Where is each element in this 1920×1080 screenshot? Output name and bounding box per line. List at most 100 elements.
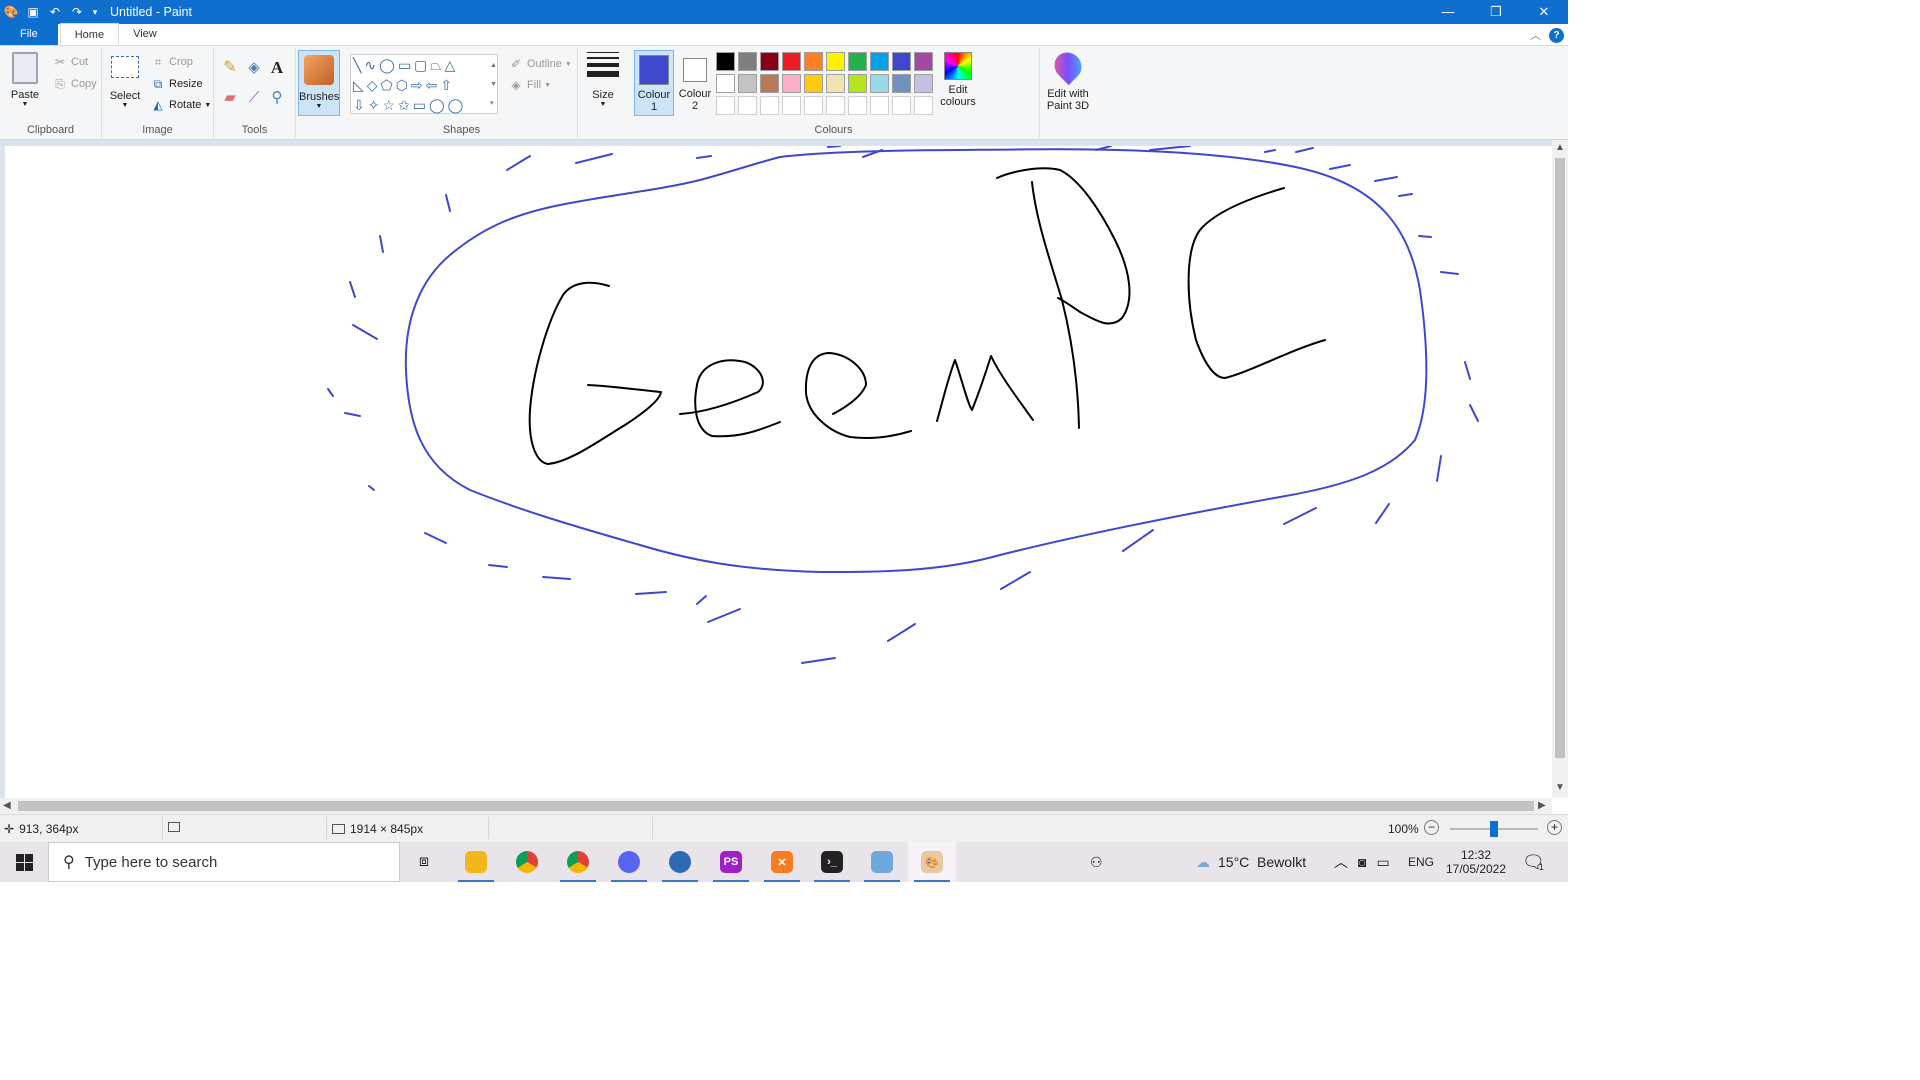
select-button[interactable]: Select ▼ [108, 56, 142, 109]
palette-swatch[interactable] [826, 74, 845, 93]
zoom-slider[interactable] [1450, 821, 1538, 837]
drawing-canvas[interactable] [5, 145, 1552, 798]
xampp-icon[interactable]: ✕ [758, 842, 806, 882]
minimize-icon[interactable]: — [1424, 0, 1472, 24]
text-tool-icon[interactable]: A [269, 59, 285, 76]
customize-toolbar-icon[interactable]: ▾ [90, 3, 100, 21]
save-icon[interactable]: ▣ [24, 3, 42, 21]
redo-icon[interactable]: ↷ [68, 3, 86, 21]
palette-swatch[interactable] [914, 96, 933, 115]
people-icon[interactable]: ⚇ [1090, 842, 1103, 882]
palette-swatch[interactable] [782, 74, 801, 93]
palette-swatch[interactable] [892, 96, 911, 115]
palette-swatch[interactable] [804, 52, 823, 71]
palette-swatch[interactable] [914, 74, 933, 93]
palette-swatch[interactable] [892, 52, 911, 71]
palette-swatch[interactable] [848, 96, 867, 115]
zoom-out-icon[interactable]: − [1424, 820, 1439, 835]
phpstorm-icon[interactable]: PS [707, 842, 755, 882]
close-icon[interactable]: ✕ [1520, 0, 1568, 24]
palette-swatch[interactable] [914, 52, 933, 71]
scroll-right-icon[interactable]: ▶ [1538, 800, 1546, 811]
task-view-icon[interactable]: ⧈ [400, 842, 448, 882]
tab-view[interactable]: View [119, 23, 171, 45]
taskbar-search[interactable]: ⚲ Type here to search [48, 842, 400, 882]
palette-swatch[interactable] [870, 52, 889, 71]
palette-swatch[interactable] [892, 74, 911, 93]
palette-swatch[interactable] [738, 52, 757, 71]
palette-swatch[interactable] [782, 96, 801, 115]
edit-colours-button[interactable]: Edit colours [936, 52, 980, 108]
chrome-icon[interactable] [503, 842, 551, 882]
palette-swatch[interactable] [804, 96, 823, 115]
file-explorer-icon[interactable] [452, 842, 500, 882]
horizontal-scroll-thumb[interactable] [18, 801, 1534, 811]
fill-button[interactable]: ◈ Fill ▼ [508, 77, 551, 93]
battery-icon[interactable]: ▭ [1376, 854, 1389, 871]
colour-picker-icon[interactable]: ⟋ [246, 90, 262, 106]
palette-swatch[interactable] [870, 96, 889, 115]
eraser-icon[interactable]: ▰ [222, 90, 238, 106]
chevron-up-icon[interactable]: ︿ [1334, 852, 1348, 872]
colour2-button[interactable]: Colour 2 [676, 50, 714, 116]
paint-icon[interactable]: 🎨 [908, 842, 956, 882]
palette-swatch[interactable] [870, 74, 889, 93]
gallery-scroll[interactable]: ▲ ▼ ▾ [490, 56, 497, 113]
weather-widget[interactable]: ☁ 15°C Bewolkt [1196, 842, 1306, 882]
start-button[interactable] [0, 842, 48, 882]
restore-icon[interactable]: ❐ [1472, 0, 1520, 24]
palette-swatch[interactable] [826, 52, 845, 71]
palette-swatch[interactable] [782, 52, 801, 71]
scroll-left-icon[interactable]: ◀ [3, 800, 11, 811]
collapse-ribbon-icon[interactable]: ︿ [1530, 27, 1541, 43]
palette-swatch[interactable] [760, 52, 779, 71]
palette-swatch[interactable] [848, 74, 867, 93]
palette-swatch[interactable] [760, 96, 779, 115]
shapes-gallery[interactable]: ╲∿◯▭▢⏢△ ◺◇⬠⬡⇨⇦⇧ ⇩✧☆✩▭◯◯ [350, 54, 498, 114]
palette-swatch[interactable] [738, 74, 757, 93]
palette-swatch[interactable] [716, 96, 735, 115]
notepad-icon[interactable] [858, 842, 906, 882]
terminal-icon[interactable]: ›_ [808, 842, 856, 882]
palette-swatch[interactable] [760, 74, 779, 93]
app-icon[interactable] [656, 842, 704, 882]
edit-with-paint3d-button[interactable]: Edit with Paint 3D [1042, 46, 1094, 112]
notification-center[interactable]: 🗨 1 [1522, 842, 1545, 882]
crop-button[interactable]: ⌗ Crop [150, 54, 193, 70]
zoom-slider-thumb[interactable] [1490, 821, 1498, 837]
cut-button[interactable]: ✂ Cut [52, 54, 88, 70]
palette-swatch[interactable] [826, 96, 845, 115]
vertical-scroll-thumb[interactable] [1555, 158, 1565, 758]
rotate-button[interactable]: ◭ Rotate ▼ [150, 97, 211, 113]
outline-button[interactable]: ✐ Outline ▼ [508, 56, 572, 72]
palette-swatch[interactable] [804, 74, 823, 93]
chrome-profile-icon[interactable] [554, 842, 602, 882]
scroll-up-icon[interactable]: ▲ [1555, 142, 1565, 153]
resize-button[interactable]: ⧉ Resize [150, 76, 203, 92]
horizontal-scrollbar[interactable]: ◀ ▶ [0, 798, 1552, 814]
pencil-icon[interactable]: ✎ [222, 60, 238, 76]
vertical-scrollbar[interactable]: ▲ ▼ [1552, 140, 1568, 798]
size-button[interactable]: Size ▼ [584, 52, 622, 108]
colour1-button[interactable]: Colour 1 [634, 50, 674, 116]
paint-app-icon[interactable]: 🎨 [2, 3, 20, 21]
copy-button[interactable]: ⎘ Copy [52, 76, 97, 92]
palette-swatch[interactable] [738, 96, 757, 115]
magnifier-icon[interactable]: ⚲ [269, 90, 285, 106]
language-indicator[interactable]: ENG [1408, 842, 1434, 882]
brushes-button[interactable]: Brushes ▼ [298, 50, 340, 116]
undo-icon[interactable]: ↶ [46, 3, 64, 21]
fill-bucket-icon[interactable]: ◈ [246, 60, 262, 76]
discord-tray-icon[interactable]: ◙ [1358, 854, 1366, 870]
palette-swatch[interactable] [716, 52, 735, 71]
paste-button[interactable]: Paste ▼ [6, 52, 44, 108]
help-icon[interactable]: ? [1549, 27, 1564, 43]
clock[interactable]: 12:32 17/05/2022 [1444, 842, 1508, 882]
tab-home[interactable]: Home [59, 23, 120, 45]
palette-swatch[interactable] [716, 74, 735, 93]
zoom-in-icon[interactable]: + [1547, 820, 1562, 835]
scroll-down-icon[interactable]: ▼ [1555, 782, 1565, 793]
tab-file[interactable]: File [0, 23, 58, 45]
discord-icon[interactable] [605, 842, 653, 882]
palette-swatch[interactable] [848, 52, 867, 71]
